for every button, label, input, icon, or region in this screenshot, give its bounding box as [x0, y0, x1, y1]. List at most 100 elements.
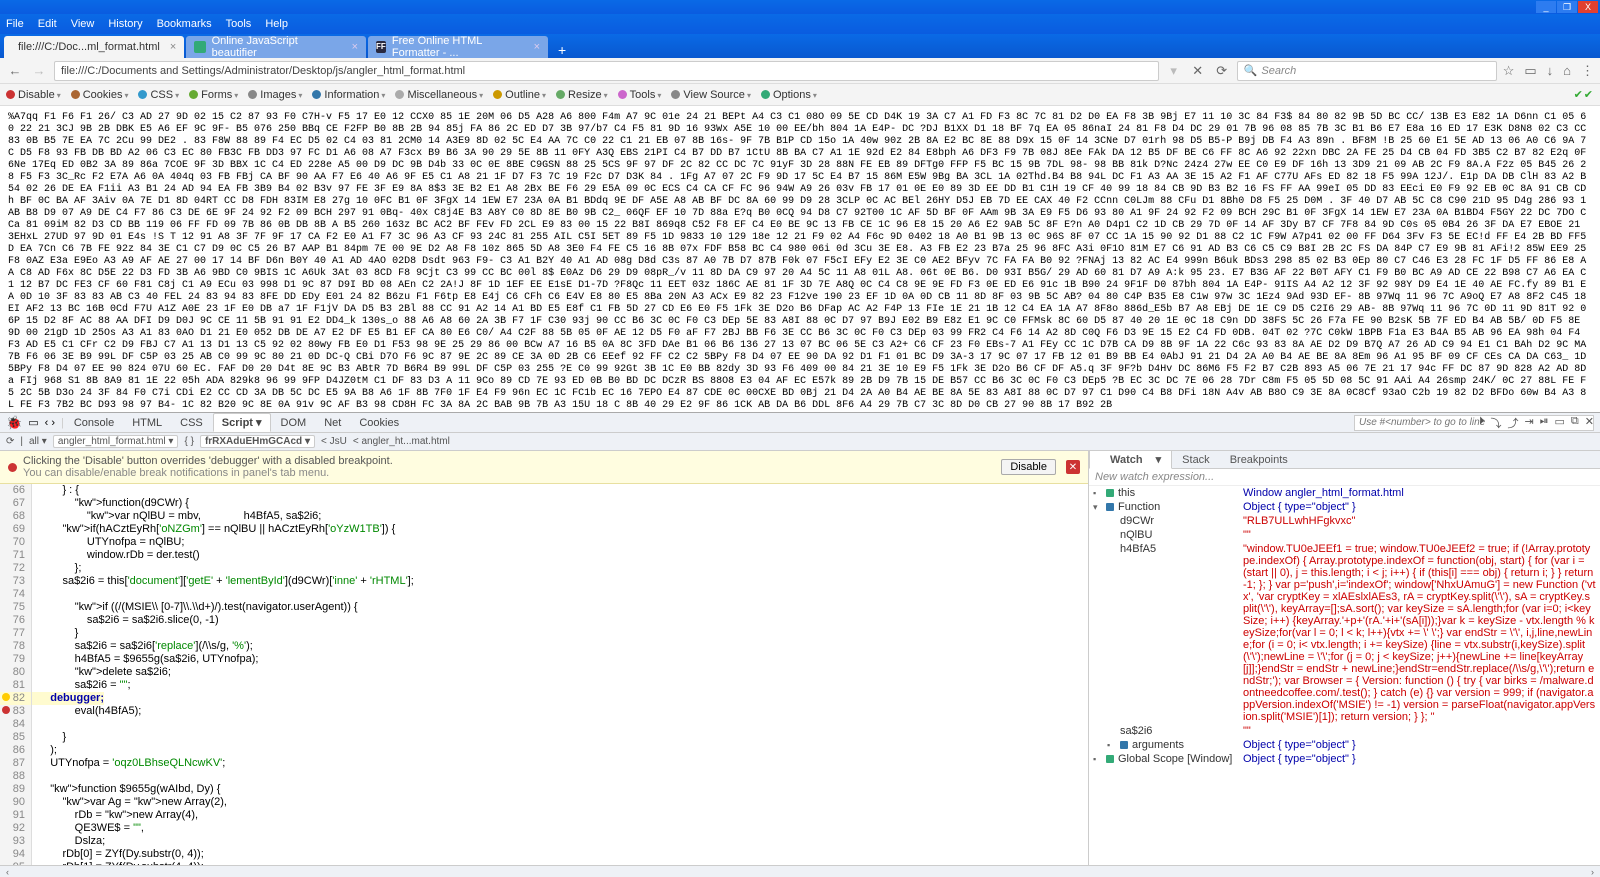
watch-row[interactable]: ▪argumentsObject { type="object" } — [1089, 738, 1600, 752]
tab-cookies[interactable]: Cookies — [351, 415, 407, 431]
watch-row[interactable]: ▪thisWindow angler_html_format.html — [1089, 486, 1600, 500]
forward-button[interactable]: → — [30, 63, 48, 78]
code-line[interactable]: 88 — [0, 770, 1088, 783]
watch-row[interactable]: d9CWr"RLB7ULLwhHFgkvxc" — [1089, 514, 1600, 528]
toolbar-images[interactable]: Images — [260, 89, 302, 101]
tree-toggle-icon[interactable]: ▪ — [1093, 488, 1102, 498]
window-close-button[interactable]: X — [1578, 1, 1598, 13]
menu-history[interactable]: History — [108, 18, 142, 30]
code-line[interactable]: 94 rDb[0] = ZYf(Dy.substr(0, 4)); — [0, 848, 1088, 861]
code-line[interactable]: 89 "kw">function $9655g(wAIbd, Dy) { — [0, 783, 1088, 796]
tab-net[interactable]: Net — [316, 415, 349, 431]
watch-tree[interactable]: ▪thisWindow angler_html_format.html▾Func… — [1089, 486, 1600, 865]
watch-row[interactable]: ▾FunctionObject { type="object" } — [1089, 500, 1600, 514]
code-line[interactable]: 70 UTYnofpa = nQlBU; — [0, 536, 1088, 549]
code-line[interactable]: 83 eval(h4BfA5); — [0, 705, 1088, 718]
code-line[interactable]: 91 rDb = "kw">new Array(4), — [0, 809, 1088, 822]
crumb-file[interactable]: angler_html_format.html ▾ — [53, 435, 179, 448]
new-watch-input[interactable]: New watch expression... — [1089, 469, 1600, 486]
browser-tab[interactable]: file:///C:/Doc...ml_format.html × — [4, 36, 184, 58]
toolbar-outline[interactable]: Outline — [505, 89, 546, 101]
code-line[interactable]: 72 }; — [0, 562, 1088, 575]
tab-dom[interactable]: DOM — [273, 415, 315, 431]
code-line[interactable]: 92 QE3WE$ = "", — [0, 822, 1088, 835]
code-line[interactable]: 87 UTYnofpa = 'oqz0LBhseQLNcwKV'; — [0, 757, 1088, 770]
code-line[interactable]: 85 } — [0, 731, 1088, 744]
search-box[interactable]: 🔍 Search — [1237, 61, 1497, 81]
code-line[interactable]: 80 "kw">delete sa$2i6; — [0, 666, 1088, 679]
menu-icon[interactable]: ⋮ — [1581, 63, 1594, 79]
code-line[interactable]: 81 sa$2i6 = ""; — [0, 679, 1088, 692]
continue-button[interactable]: ⏵ — [1479, 415, 1485, 431]
panel-layout-icon[interactable]: ▭ — [1555, 415, 1565, 431]
toolbar-resize[interactable]: Resize — [568, 89, 608, 101]
toolbar-disable[interactable]: Disable — [18, 89, 61, 101]
window-minimize-button[interactable]: _ — [1536, 1, 1556, 13]
rerun-button[interactable]: ⏯ — [1540, 415, 1549, 431]
breakpoint-icon[interactable] — [2, 693, 10, 701]
code-line[interactable]: 93 Dslza; — [0, 835, 1088, 848]
browser-tab[interactable]: FF Free Online HTML Formatter - ... × — [368, 36, 548, 58]
watch-tab-watch[interactable]: Watch ▾ — [1089, 450, 1172, 469]
code-line[interactable]: 78 sa$2i6 = sa$2i6['replace'](/\\s/g, '%… — [0, 640, 1088, 653]
code-line[interactable]: 73 sa$2i6 = this['document']['getE' + 'l… — [0, 575, 1088, 588]
pointer-icon[interactable]: ‹ › — [45, 417, 55, 429]
tree-toggle-icon[interactable]: ▾ — [1093, 502, 1102, 513]
watch-row[interactable]: h4BfA5"window.TU0eJEEf1 = true; window.T… — [1089, 542, 1600, 724]
breakpoint-icon[interactable] — [2, 706, 10, 714]
panel-detach-icon[interactable]: ⧉ — [1571, 415, 1579, 431]
refresh-button[interactable]: ⟳ — [1213, 63, 1231, 79]
tab-close-icon[interactable]: × — [534, 41, 540, 53]
toolbar-css[interactable]: CSS — [150, 89, 179, 101]
watch-tab-stack[interactable]: Stack — [1172, 452, 1220, 468]
status-left[interactable]: ‹ — [6, 867, 9, 877]
code-line[interactable]: 84 — [0, 718, 1088, 731]
tab-html[interactable]: HTML — [124, 415, 170, 431]
code-line[interactable]: 75 "kw">if ((/(MSIE\\ [0-7]\\.\\d+)/).te… — [0, 601, 1088, 614]
code-line[interactable]: 77 } — [0, 627, 1088, 640]
code-line[interactable]: 68 "kw">var nQlBU = mbv, h4BfA5, sa$2i6; — [0, 510, 1088, 523]
menu-bookmarks[interactable]: Bookmarks — [157, 18, 212, 30]
panel-icon[interactable]: ▭ — [1524, 63, 1536, 79]
panel-close-icon[interactable]: ✕ — [1585, 415, 1594, 431]
tree-toggle-icon[interactable]: ▪ — [1093, 754, 1102, 764]
browser-tab[interactable]: Online JavaScript beautifier × — [186, 36, 366, 58]
tab-close-icon[interactable]: × — [170, 41, 176, 53]
watch-tab-breakpoints[interactable]: Breakpoints — [1220, 452, 1298, 468]
disable-button[interactable]: Disable — [1001, 459, 1056, 475]
menu-file[interactable]: File — [6, 18, 24, 30]
dropdown-icon[interactable]: ▾ — [1165, 63, 1183, 79]
toolbar-information[interactable]: Information — [324, 89, 385, 101]
menu-help[interactable]: Help — [265, 18, 288, 30]
watch-row[interactable]: ▪Global Scope [Window]Object { type="obj… — [1089, 752, 1600, 766]
code-line[interactable]: 76 sa$2i6 = sa$2i6.slice(0, -1) — [0, 614, 1088, 627]
toolbar-miscellaneous[interactable]: Miscellaneous — [407, 89, 483, 101]
menu-edit[interactable]: Edit — [38, 18, 57, 30]
watch-row[interactable]: nQlBU"" — [1089, 528, 1600, 542]
menu-view[interactable]: View — [71, 18, 95, 30]
tab-console[interactable]: Console — [66, 415, 122, 431]
notice-close-button[interactable]: ✕ — [1066, 460, 1080, 474]
step-into-button[interactable]: ⤵ — [1490, 415, 1501, 431]
home-icon[interactable]: ⌂ — [1563, 63, 1571, 79]
crumb-all[interactable]: all ▾ — [29, 436, 47, 447]
window-maximize-button[interactable]: ❐ — [1557, 1, 1577, 13]
code-line[interactable]: 66 } : { — [0, 484, 1088, 497]
step-out-button[interactable]: ⤴ — [1507, 415, 1518, 431]
toolbar-forms[interactable]: Forms — [201, 89, 238, 101]
step-over-button[interactable]: ⇥ — [1524, 415, 1533, 431]
toolbar-options[interactable]: Options — [773, 89, 817, 101]
status-right[interactable]: › — [1591, 867, 1594, 877]
toolbar-tools[interactable]: Tools — [630, 89, 662, 101]
code-line[interactable]: 74 — [0, 588, 1088, 601]
tab-close-icon[interactable]: × — [352, 41, 358, 53]
back-button[interactable]: ← — [6, 63, 24, 78]
code-line[interactable]: 71 window.rDb = der.test() — [0, 549, 1088, 562]
code-line[interactable]: 79 h4BfA5 = $9655g(sa$2i6, UTYnofpa); — [0, 653, 1088, 666]
reload-icon[interactable]: ⟳ — [6, 436, 14, 447]
tab-css[interactable]: CSS — [172, 415, 211, 431]
firebug-icon[interactable]: 🐞 — [6, 415, 22, 431]
watch-row[interactable]: sa$2i6"" — [1089, 724, 1600, 738]
toolbar-cookies[interactable]: Cookies — [83, 89, 129, 101]
inspect-icon[interactable]: ▭ — [28, 416, 38, 429]
